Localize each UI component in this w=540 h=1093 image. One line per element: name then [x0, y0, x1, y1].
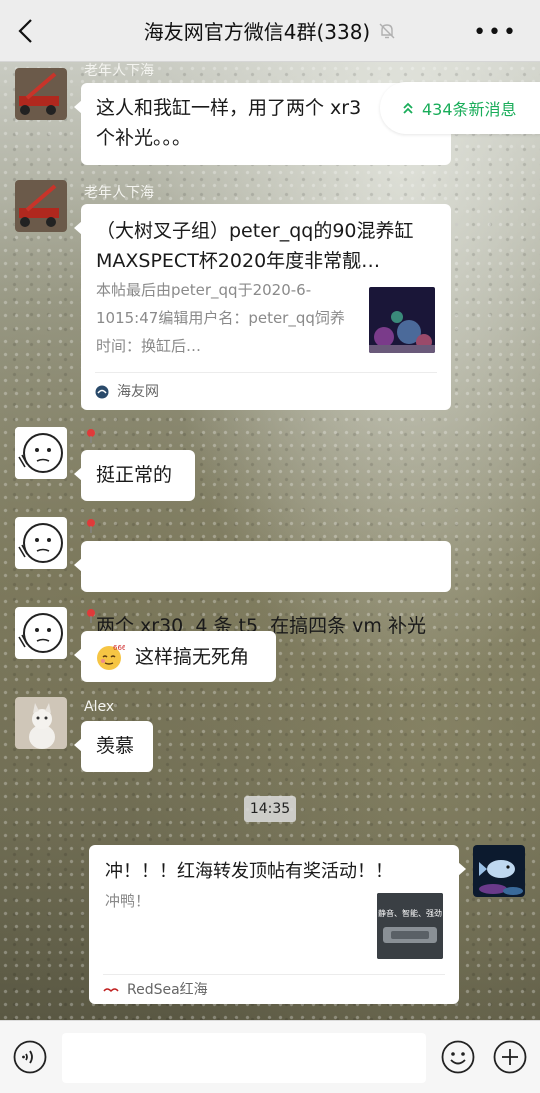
- plus-icon[interactable]: [493, 1040, 527, 1074]
- avatar[interactable]: [15, 68, 67, 120]
- card-thumbnail: [369, 287, 435, 353]
- avatar[interactable]: [15, 697, 67, 749]
- message-text: 挺正常的: [96, 464, 173, 486]
- message-bubble[interactable]: 羡慕: [74, 721, 153, 772]
- chat-title: 海友网官方微信4群(338): [144, 16, 397, 45]
- avatar[interactable]: [15, 517, 67, 569]
- pin-icon: [87, 609, 95, 623]
- sender-name: 老年人下海: [84, 185, 154, 201]
- message-bubble[interactable]: 666 这样搞无死角: [74, 631, 276, 682]
- message-text-line2: 个补光。。。: [96, 127, 192, 149]
- svg-text:666: 666: [113, 644, 125, 652]
- card-description: 本帖最后由peter_qq于2020-6-1015:47编辑用户名：peter_…: [96, 281, 345, 355]
- card-title: （大树叉子组）peter_qq的90混养缸 MAXSPECT杯2020年度非常靓…: [96, 220, 414, 272]
- link-card[interactable]: （大树叉子组）peter_qq的90混养缸 MAXSPECT杯2020年度非常靓…: [74, 204, 451, 410]
- message-input[interactable]: [62, 1033, 426, 1083]
- message-text: 羡慕: [96, 735, 135, 757]
- shy-smile-emoji-icon: 666: [97, 644, 125, 670]
- chat-header: 海友网官方微信4群(338) •••: [0, 0, 540, 62]
- pin-icon: [87, 519, 95, 533]
- input-bar: [0, 1020, 540, 1093]
- sender-name: 老年人下海: [84, 63, 154, 79]
- chevron-left-icon[interactable]: [14, 15, 38, 47]
- card-thumbnail-text: 静音、智能、强劲: [378, 909, 442, 918]
- timestamp: 14:35: [244, 796, 296, 822]
- pin-icon: [87, 429, 95, 443]
- emoji-icon[interactable]: [441, 1040, 475, 1074]
- redsea-logo-icon: [103, 984, 119, 995]
- sender-name: Alex: [84, 699, 115, 715]
- card-source-label: 海友网: [117, 383, 159, 400]
- avatar[interactable]: [15, 180, 67, 232]
- new-messages-label: 434条新消息: [422, 100, 517, 119]
- bell-off-icon: [379, 23, 395, 38]
- haiyou-logo-icon: [95, 385, 109, 398]
- my-link-card[interactable]: 冲！！！红海转发顶帖有奖活动！！ 冲鸭！ 静音、智能、强劲 RedSea红海: [89, 845, 466, 1004]
- card-source: 海友网: [95, 372, 437, 410]
- more-options-button[interactable]: •••: [473, 20, 518, 45]
- my-avatar[interactable]: [473, 845, 525, 897]
- voice-icon[interactable]: [13, 1040, 47, 1074]
- new-messages-button[interactable]: 434条新消息: [380, 82, 540, 134]
- avatar[interactable]: [15, 607, 67, 659]
- message-bubble[interactable]: 挺正常的: [74, 450, 195, 501]
- message-bubble[interactable]: 两个 xr30 4 条 t5 在搞四条 vm 补光: [74, 541, 451, 637]
- card-thumbnail: 静音、智能、强劲: [377, 893, 443, 959]
- message-text: 这样搞无死角: [135, 645, 250, 668]
- double-chevron-up-icon: [403, 102, 413, 114]
- avatar[interactable]: [15, 427, 67, 479]
- card-title: 冲！！！红海转发顶帖有奖活动！！: [105, 861, 393, 882]
- card-source-label: RedSea红海: [127, 981, 208, 998]
- chat-title-text: 海友网官方微信4群(338): [143, 20, 371, 44]
- card-source: RedSea红海: [103, 974, 445, 1004]
